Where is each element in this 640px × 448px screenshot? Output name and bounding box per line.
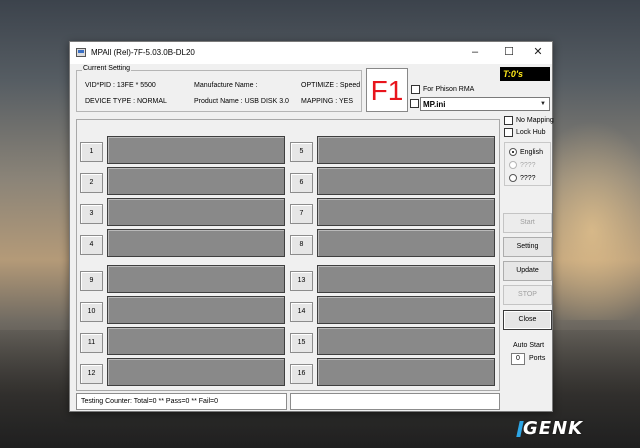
- port-number-button[interactable]: 4: [80, 235, 103, 255]
- close-button[interactable]: Close: [503, 310, 552, 330]
- language-label-english: English: [520, 149, 543, 156]
- setting-button[interactable]: Setting: [503, 237, 552, 257]
- language-label-2: ????: [520, 162, 536, 169]
- port-status-panel: [317, 265, 495, 293]
- port-status-panel: [317, 167, 495, 195]
- no-mapping-label: No Mapping: [516, 117, 554, 124]
- lock-hub-label: Lock Hub: [516, 129, 546, 136]
- port-status-panel: [317, 296, 495, 324]
- auto-start-label: Auto Start: [513, 342, 545, 349]
- port-status-panel: [107, 229, 285, 257]
- port-status-panel: [317, 358, 495, 386]
- testing-counter-panel: Testing Counter: Total=0 ** Pass=0 ** Fa…: [76, 393, 287, 410]
- f1-indicator: F1: [366, 68, 408, 112]
- port-number-button[interactable]: 12: [80, 364, 103, 384]
- language-radio-english[interactable]: [509, 148, 517, 156]
- chevron-down-icon[interactable]: ▼: [537, 98, 549, 110]
- port-slot-area: 1 2 3 4 9 10 11 12 5 6 7 8 13 14 15 16: [76, 119, 500, 391]
- ini-file-value: MP.ini: [423, 100, 446, 109]
- port-number-button[interactable]: 15: [290, 333, 313, 353]
- ini-file-checkbox[interactable]: [410, 99, 419, 108]
- device-type-value: DEVICE TYPE : NORMAL: [85, 98, 167, 105]
- port-number-button[interactable]: 10: [80, 302, 103, 322]
- genk-watermark: GENK: [523, 418, 584, 439]
- app-icon: [76, 48, 86, 57]
- port-status-panel: [107, 265, 285, 293]
- port-number-button[interactable]: 11: [80, 333, 103, 353]
- mpall-window: MPAll (Rel)-7F-5.03.0B-DL20 – ☐ ✕ Curren…: [69, 41, 554, 412]
- port-status-panel: [107, 358, 285, 386]
- port-number-button[interactable]: 2: [80, 173, 103, 193]
- port-number-button[interactable]: 3: [80, 204, 103, 224]
- port-number-button[interactable]: 8: [290, 235, 313, 255]
- port-number-button[interactable]: 7: [290, 204, 313, 224]
- update-button[interactable]: Update: [503, 261, 552, 281]
- ini-file-select[interactable]: MP.ini ▼: [420, 97, 550, 111]
- minimize-button[interactable]: –: [460, 42, 490, 64]
- port-status-panel: [107, 136, 285, 164]
- stop-button[interactable]: STOP: [503, 285, 552, 305]
- ports-count-input[interactable]: 0: [511, 353, 525, 365]
- language-label-3: ????: [520, 175, 536, 182]
- vid-pid-value: VID*PID : 13FE * 5500: [85, 82, 156, 89]
- port-status-panel: [317, 136, 495, 164]
- phison-rma-checkbox[interactable]: [411, 85, 420, 94]
- port-status-panel: [317, 198, 495, 226]
- current-setting-legend: Current Setting: [82, 65, 132, 72]
- port-status-panel: [107, 167, 285, 195]
- port-number-button[interactable]: 6: [290, 173, 313, 193]
- start-button[interactable]: Start: [503, 213, 552, 233]
- window-title: MPAll (Rel)-7F-5.03.0B-DL20: [91, 48, 195, 57]
- title-bar[interactable]: MPAll (Rel)-7F-5.03.0B-DL20 – ☐ ✕: [70, 42, 552, 64]
- manufacture-name-value: Manufacture Name :: [194, 82, 258, 89]
- product-name-value: Product Name : USB DISK 3.0: [194, 98, 289, 105]
- port-status-panel: [107, 198, 285, 226]
- port-status-panel: [107, 327, 285, 355]
- port-number-button[interactable]: 13: [290, 271, 313, 291]
- port-status-panel: [317, 327, 495, 355]
- timer-display: T:0's: [500, 67, 550, 81]
- testing-counter-text: Testing Counter: Total=0 ** Pass=0 ** Fa…: [81, 398, 219, 405]
- port-number-button[interactable]: 16: [290, 364, 313, 384]
- port-number-button[interactable]: 1: [80, 142, 103, 162]
- port-status-panel: [107, 296, 285, 324]
- language-radio-2: [509, 161, 517, 169]
- language-group: English ???? ????: [504, 142, 551, 186]
- close-window-button[interactable]: ✕: [523, 42, 553, 64]
- status-panel-right: [290, 393, 500, 410]
- phison-rma-label: For Phison RMA: [423, 86, 475, 93]
- port-number-button[interactable]: 9: [80, 271, 103, 291]
- optimize-value: OPTIMIZE : Speed: [301, 82, 361, 89]
- maximize-button[interactable]: ☐: [494, 42, 524, 64]
- port-number-button[interactable]: 5: [290, 142, 313, 162]
- no-mapping-checkbox[interactable]: [504, 116, 513, 125]
- mapping-value: MAPPING : YES: [301, 98, 353, 105]
- port-number-button[interactable]: 14: [290, 302, 313, 322]
- port-status-panel: [317, 229, 495, 257]
- language-radio-3[interactable]: [509, 174, 517, 182]
- ports-label: Ports: [529, 355, 546, 362]
- lock-hub-checkbox[interactable]: [504, 128, 513, 137]
- current-setting-group: Current Setting VID*PID : 13FE * 5500 Ma…: [76, 65, 362, 112]
